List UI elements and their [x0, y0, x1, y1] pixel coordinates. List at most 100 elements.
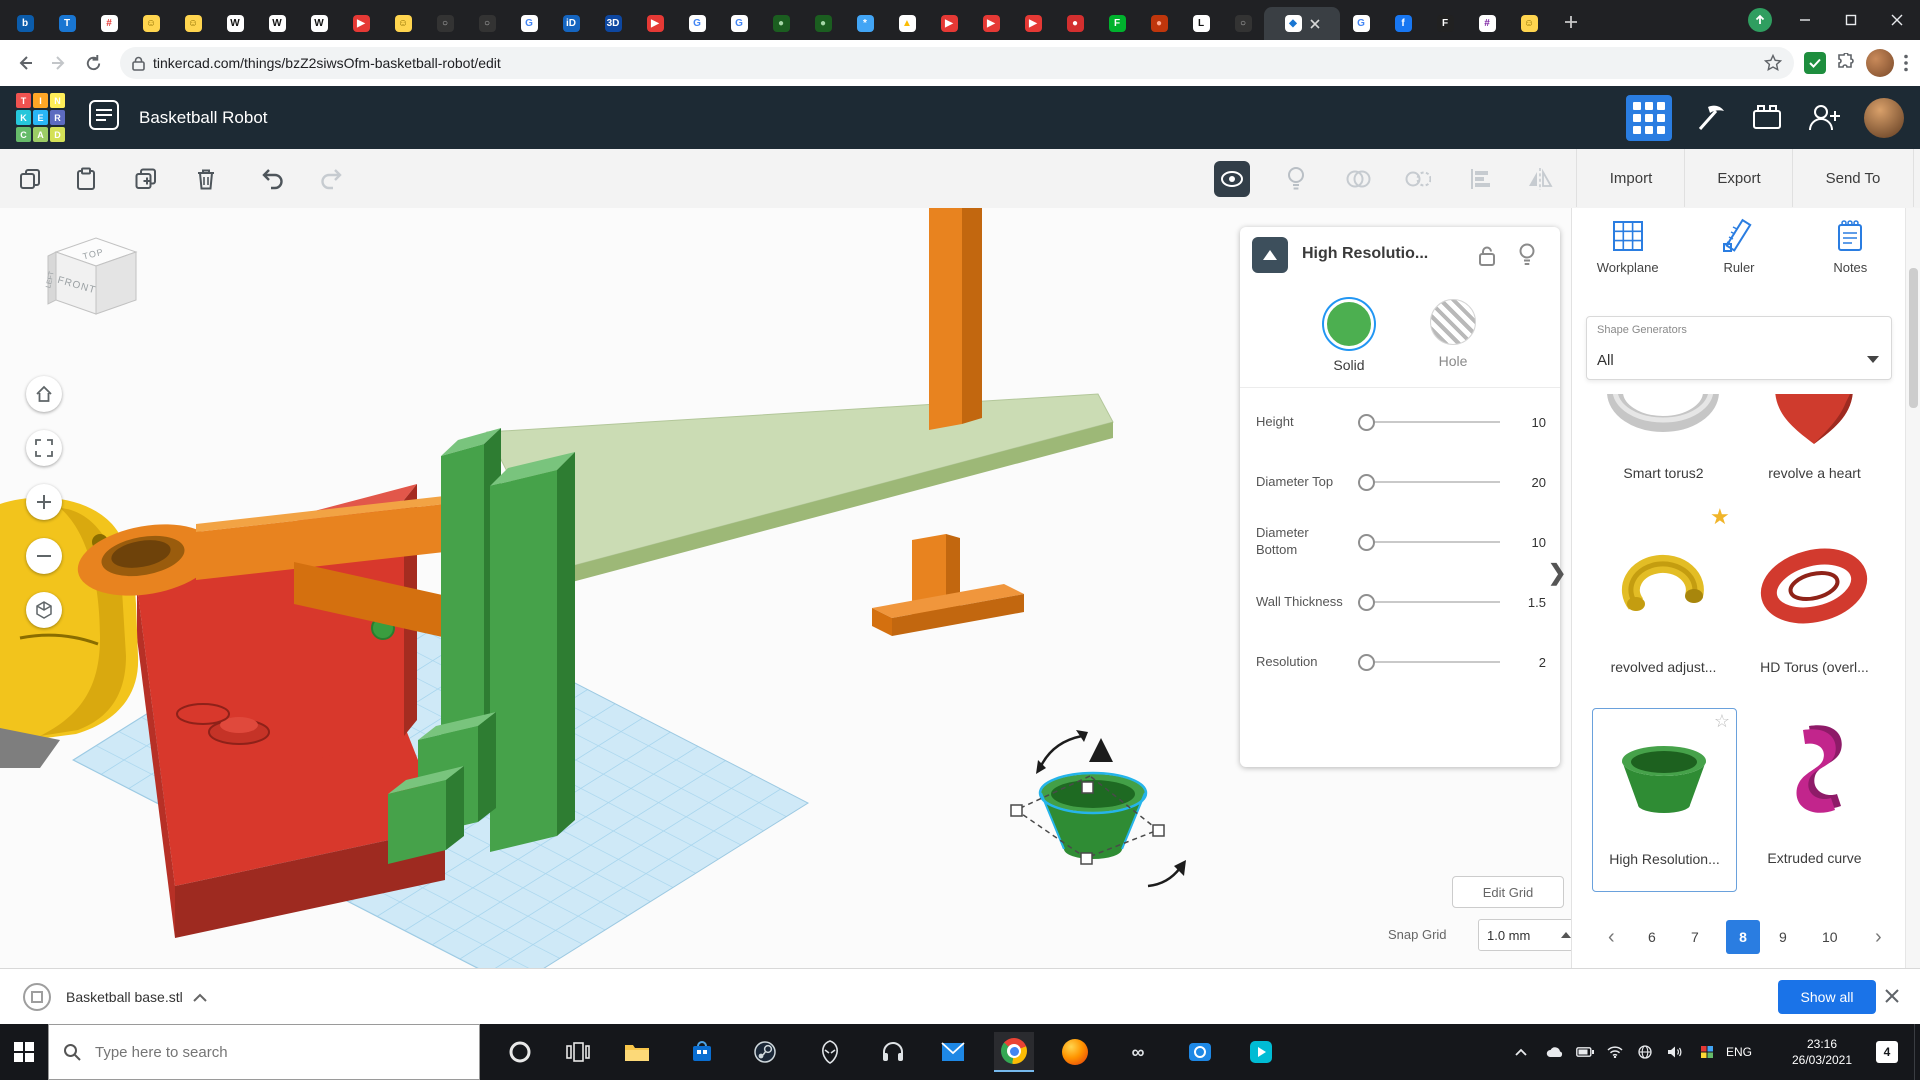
download-filename[interactable]: Basketball base.stl — [66, 989, 183, 1005]
parameter-slider[interactable] — [1360, 421, 1500, 423]
export-button[interactable]: Export — [1684, 149, 1793, 207]
browser-tab[interactable]: G — [508, 7, 550, 40]
browser-tab[interactable]: W — [298, 7, 340, 40]
dashboard-grid-button[interactable] — [1626, 95, 1672, 141]
page-next-button[interactable]: › — [1875, 920, 1882, 954]
search-input[interactable] — [93, 1043, 479, 1062]
browser-tab[interactable]: ☺ — [1508, 7, 1550, 40]
opera-gx-icon[interactable] — [500, 1032, 540, 1072]
browser-tab[interactable]: ● — [760, 7, 802, 40]
browser-tab[interactable]: * — [844, 7, 886, 40]
mirror-icon[interactable] — [1526, 165, 1554, 193]
browser-tab[interactable]: ▶ — [1012, 7, 1054, 40]
shape-item-extruded-curve[interactable]: Extruded curve — [1743, 708, 1886, 890]
taskbar-clock[interactable]: 23:16 26/03/2021 — [1776, 1024, 1868, 1080]
video-editor-icon[interactable] — [1241, 1032, 1281, 1072]
forward-button[interactable] — [42, 46, 76, 80]
task-view-icon[interactable] — [558, 1032, 598, 1072]
reload-button[interactable] — [76, 46, 110, 80]
browser-update-icon[interactable] — [1748, 8, 1772, 32]
new-tab-button[interactable] — [1556, 7, 1586, 37]
undo-icon[interactable] — [258, 165, 286, 193]
hidden-icons-chevron-icon[interactable] — [1510, 1042, 1532, 1062]
url-bar[interactable]: tinkercad.com/things/bzZ2siwsOfm-basketb… — [120, 47, 1794, 79]
browser-tab[interactable]: # — [88, 7, 130, 40]
shape-generators-select[interactable]: Shape Generators All — [1586, 316, 1892, 380]
language-indicator[interactable]: ENG — [1726, 1024, 1752, 1080]
browser-tab[interactable]: G — [1340, 7, 1382, 40]
align-icon[interactable] — [1466, 165, 1494, 193]
browser-tab[interactable]: F — [1096, 7, 1138, 40]
browser-tab[interactable]: f — [1382, 7, 1424, 40]
paste-icon[interactable] — [72, 165, 100, 193]
firefox-icon[interactable] — [1055, 1032, 1095, 1072]
speaker-icon[interactable] — [1664, 1042, 1686, 1062]
inspect-view-button[interactable] — [1214, 161, 1250, 197]
browser-tab[interactable]: ▶ — [634, 7, 676, 40]
shape-item-high-resolution-selected[interactable]: ☆ High Resolution... — [1592, 708, 1737, 892]
browser-tab[interactable]: ○ — [1222, 7, 1264, 40]
browser-tab[interactable]: G — [676, 7, 718, 40]
browser-tab[interactable]: L — [1180, 7, 1222, 40]
close-button[interactable] — [1874, 0, 1920, 40]
browser-tab[interactable]: ● — [802, 7, 844, 40]
download-expand-icon[interactable] — [193, 993, 207, 1002]
import-button[interactable]: Import — [1576, 149, 1685, 207]
maximize-button[interactable] — [1828, 0, 1874, 40]
browser-tab[interactable]: ● — [1054, 7, 1096, 40]
show-all-downloads-button[interactable]: Show all — [1778, 980, 1876, 1014]
group-icon[interactable] — [1344, 165, 1372, 193]
steam-icon[interactable] — [745, 1032, 785, 1072]
orange-post-shape[interactable] — [929, 208, 982, 430]
page-6-button[interactable]: 6 — [1648, 920, 1656, 954]
shape-item-revolved-adjust[interactable]: revolved adjust... — [1592, 508, 1735, 675]
redo-icon[interactable] — [318, 165, 346, 193]
mail-icon[interactable] — [933, 1032, 973, 1072]
bookmark-star-icon[interactable] — [1764, 54, 1782, 72]
camera-app-icon[interactable] — [1180, 1032, 1220, 1072]
back-button[interactable] — [8, 46, 42, 80]
browser-tab[interactable]: ▲ — [886, 7, 928, 40]
slider-handle[interactable] — [1358, 534, 1375, 551]
page-10-button[interactable]: 10 — [1822, 920, 1838, 954]
browser-tab[interactable]: G — [718, 7, 760, 40]
ungroup-icon[interactable] — [1404, 165, 1432, 193]
orange-leg-shape[interactable] — [872, 534, 1024, 636]
browser-tab[interactable]: ○ — [424, 7, 466, 40]
delete-icon[interactable] — [192, 165, 220, 193]
action-center-icon[interactable]: 4 — [1876, 1041, 1898, 1063]
alienware-icon[interactable] — [810, 1032, 850, 1072]
browser-tab[interactable]: 3D — [592, 7, 634, 40]
page-8-button-active[interactable]: 8 — [1726, 920, 1760, 954]
alienware-command-icon[interactable]: ∞ — [1118, 1032, 1158, 1072]
parameter-slider[interactable] — [1360, 601, 1500, 603]
browser-tab[interactable]: F — [1424, 7, 1466, 40]
browser-tab[interactable]: # — [1466, 7, 1508, 40]
brick-export-icon[interactable] — [1750, 101, 1784, 135]
page-prev-button[interactable]: ‹ — [1608, 920, 1615, 954]
edit-grid-button[interactable]: Edit Grid — [1452, 876, 1564, 908]
browser-tab[interactable]: ▶ — [340, 7, 382, 40]
snap-grid-select[interactable]: 1.0 mm — [1478, 919, 1580, 951]
design-menu-icon[interactable] — [87, 98, 121, 137]
slider-handle[interactable] — [1358, 474, 1375, 491]
adblock-extension-icon[interactable] — [1804, 52, 1826, 74]
table-shape[interactable] — [487, 394, 1113, 586]
collapse-panel-button[interactable] — [1252, 237, 1288, 273]
file-explorer-icon[interactable] — [617, 1032, 657, 1072]
tray-app-icon[interactable] — [1696, 1042, 1718, 1062]
page-scrollbar[interactable] — [1905, 208, 1920, 968]
add-person-icon[interactable] — [1806, 101, 1842, 135]
browser-tab[interactable]: ☺ — [130, 7, 172, 40]
sidebar-collapse-icon[interactable]: ❯ — [1548, 560, 1566, 586]
browser-tab[interactable]: ▶ — [970, 7, 1012, 40]
page-9-button[interactable]: 9 — [1779, 920, 1787, 954]
parameter-slider[interactable] — [1360, 661, 1500, 663]
page-7-button[interactable]: 7 — [1691, 920, 1699, 954]
copy-icon[interactable] — [16, 165, 44, 193]
browser-tab-active[interactable]: ◆ — [1264, 7, 1340, 40]
scrollbar-thumb[interactable] — [1909, 268, 1918, 408]
battery-icon[interactable] — [1574, 1042, 1596, 1062]
onedrive-cloud-icon[interactable] — [1544, 1042, 1566, 1062]
zoom-out-button[interactable] — [26, 538, 62, 574]
